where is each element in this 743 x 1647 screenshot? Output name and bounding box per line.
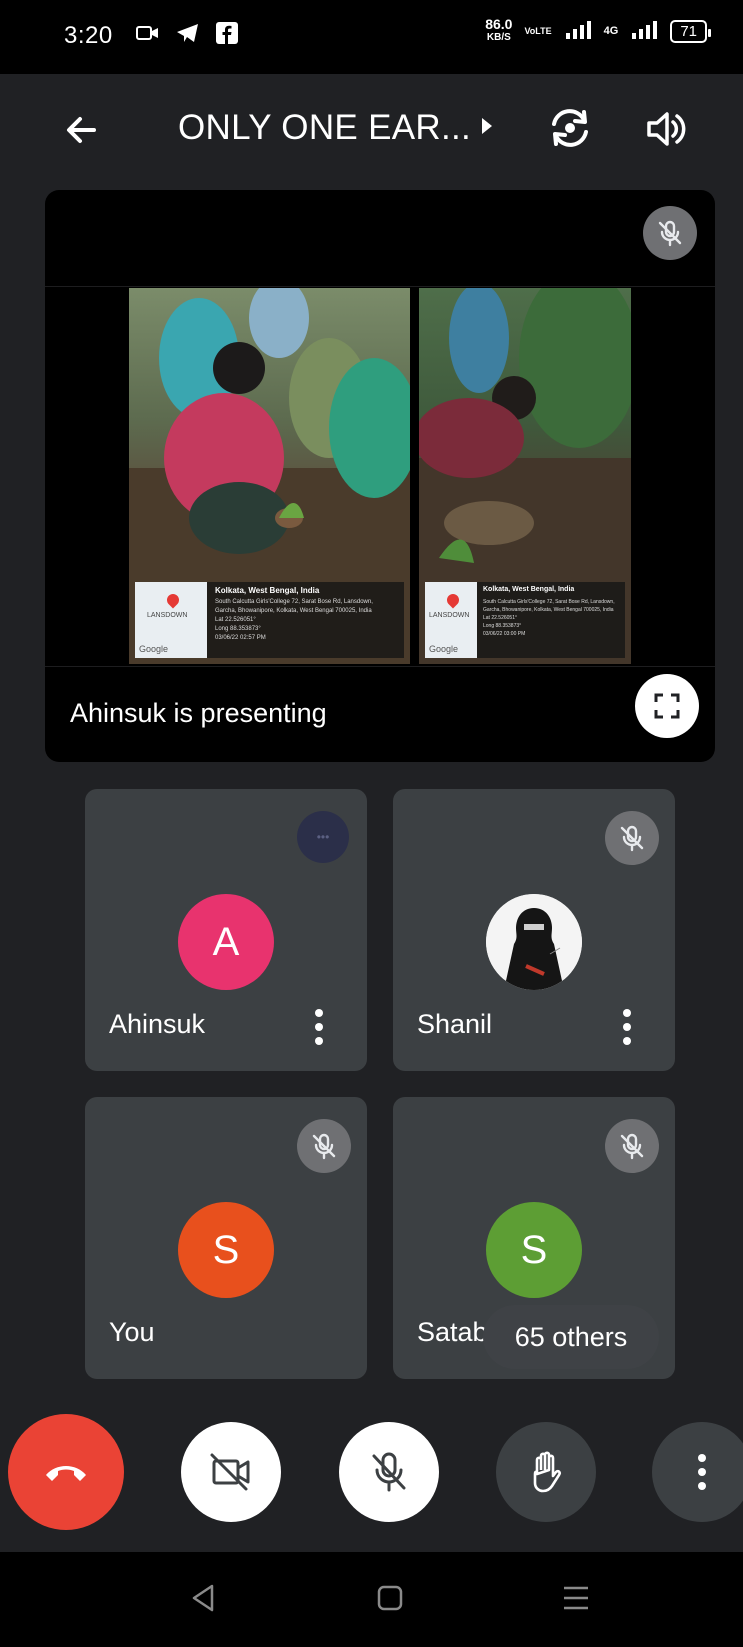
map-pin-icon (164, 591, 182, 609)
speaker-icon[interactable] (644, 108, 686, 150)
mic-off-icon (643, 206, 697, 260)
video-call-icon (136, 24, 160, 47)
telegram-icon (176, 22, 200, 49)
mic-off-icon (297, 1119, 351, 1173)
mic-off-icon[interactable] (339, 1422, 439, 1522)
arrow-left-icon[interactable] (62, 110, 102, 150)
network-speed: 86.0 KB/S (485, 16, 513, 43)
signal-icon-2 (630, 20, 658, 42)
participant-tile[interactable]: ••• A Ahinsuk (85, 789, 367, 1071)
avatar (486, 894, 582, 990)
battery-icon: 71 (670, 19, 711, 43)
more-vertical-icon[interactable] (619, 1007, 635, 1047)
status-bar: 3:20 86.0 KB/S VoLTE 4G 71 (0, 0, 743, 74)
volte-badge: VoLTE (524, 26, 552, 36)
camera-off-icon[interactable] (181, 1422, 281, 1522)
participant-tile[interactable]: S You (85, 1097, 367, 1379)
chevron-right-icon[interactable] (480, 116, 494, 141)
system-nav-bar (0, 1552, 743, 1647)
nav-back-icon[interactable] (184, 1578, 224, 1618)
presentation-tile[interactable]: LANSDOWN Google Kolkata, West Bengal, In… (45, 190, 715, 762)
mic-off-icon (605, 1119, 659, 1173)
map-thumbnail: LANSDOWN Google (135, 582, 207, 658)
geotag-overlay: LANSDOWN Google Kolkata, West Bengal, In… (135, 582, 404, 658)
call-controls (0, 1408, 743, 1530)
more-vertical-icon[interactable] (652, 1422, 743, 1522)
facebook-icon (216, 22, 238, 49)
flip-camera-icon[interactable] (546, 104, 594, 152)
speaking-indicator-icon: ••• (297, 811, 349, 863)
participant-tile[interactable]: S Satabdi 65 others (393, 1097, 675, 1379)
participant-tile[interactable]: Shanil (393, 789, 675, 1071)
map-thumbnail: LANSDOWN Google (425, 582, 477, 658)
fullscreen-icon[interactable] (635, 674, 699, 738)
more-vertical-icon[interactable] (311, 1007, 327, 1047)
avatar: S (178, 1202, 274, 1298)
participant-name: Shanil (417, 1009, 493, 1039)
avatar: S (486, 1202, 582, 1298)
presenting-label: Ahinsuk is presenting (70, 698, 327, 728)
call-header: ONLY ONE EAR... (0, 74, 743, 184)
raise-hand-icon[interactable] (496, 1422, 596, 1522)
end-call-icon[interactable] (8, 1414, 124, 1530)
others-count-chip[interactable]: 65 others (483, 1305, 659, 1369)
mic-off-icon (605, 811, 659, 865)
avatar: A (178, 894, 274, 990)
participant-name: You (109, 1317, 155, 1347)
meeting-title[interactable]: ONLY ONE EAR... (178, 108, 471, 148)
map-pin-icon (444, 591, 462, 609)
status-time: 3:20 (64, 22, 113, 49)
nav-recents-icon[interactable] (556, 1578, 596, 1618)
shared-photo-1: LANSDOWN Google Kolkata, West Bengal, In… (129, 288, 410, 664)
nav-home-icon[interactable] (370, 1578, 410, 1618)
signal-icon (564, 20, 592, 42)
participant-name: Ahinsuk (109, 1009, 206, 1039)
shared-photo-2: LANSDOWN Google Kolkata, West Bengal, In… (419, 288, 631, 664)
network-type: 4G (603, 25, 619, 37)
geotag-overlay: LANSDOWN Google Kolkata, West Bengal, In… (425, 582, 625, 658)
